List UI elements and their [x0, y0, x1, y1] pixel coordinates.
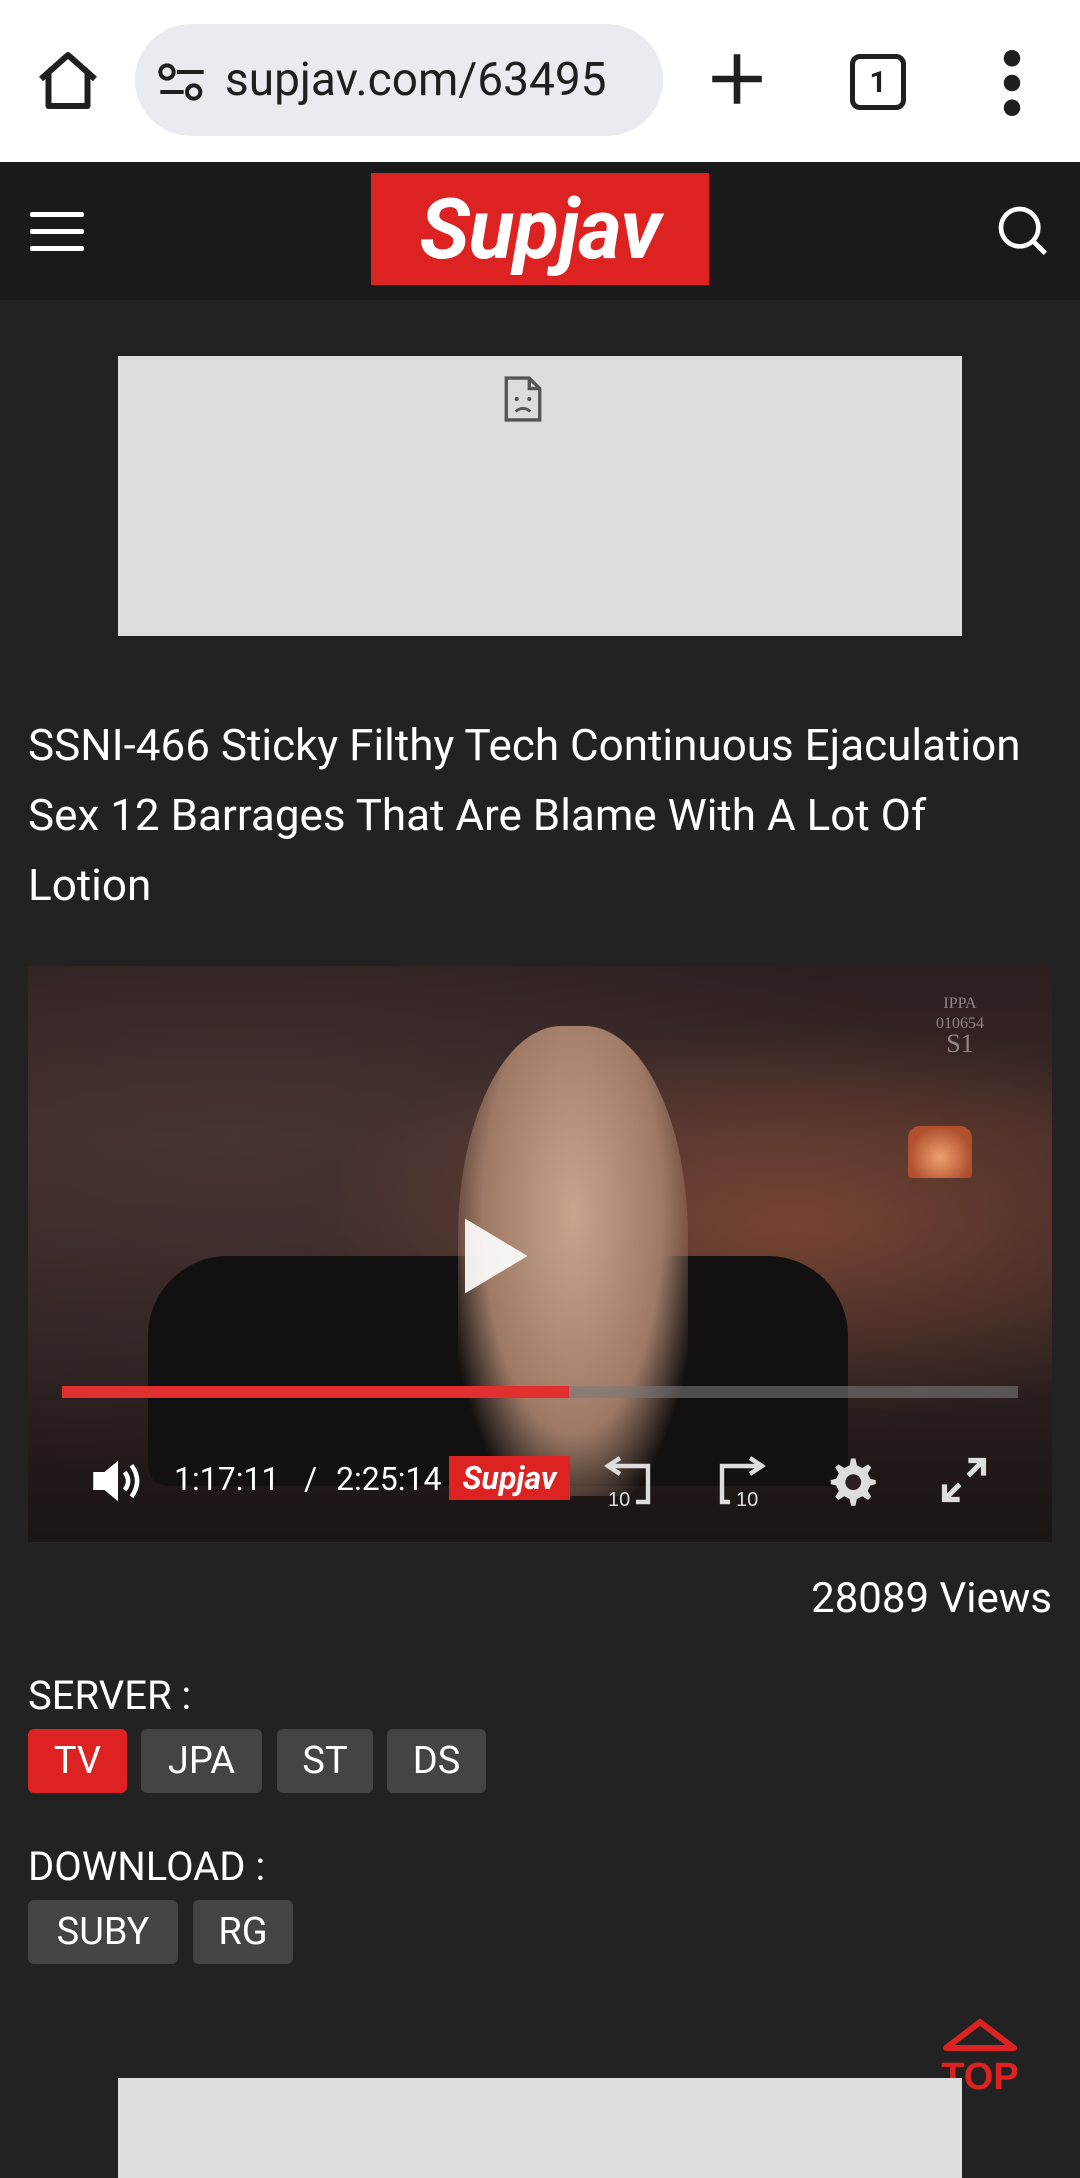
duration: 2:25:14: [336, 1460, 442, 1498]
tab-switcher-button[interactable]: 1: [850, 54, 906, 110]
search-icon[interactable]: [994, 202, 1050, 258]
rewind-label: 10: [608, 1489, 630, 1510]
current-time: 1:17:11: [174, 1460, 280, 1498]
forward-label: 10: [736, 1489, 758, 1510]
new-tab-icon[interactable]: [704, 46, 770, 112]
progress-fill: [62, 1386, 569, 1398]
server-button-tv[interactable]: TV: [28, 1729, 127, 1793]
ad-banner-top[interactable]: [118, 356, 962, 636]
chevron-up-icon: [943, 2019, 1017, 2051]
tab-count: 1: [869, 64, 887, 100]
menu-icon[interactable]: [30, 212, 84, 252]
settings-gear-icon[interactable]: [824, 1454, 878, 1508]
player-logo: Supjav: [449, 1456, 570, 1500]
forward-10-icon[interactable]: 10: [710, 1450, 770, 1510]
view-count: 28089 Views: [811, 1574, 1052, 1623]
server-label: SERVER :: [28, 1672, 192, 1719]
more-options-icon[interactable]: [1000, 50, 1024, 116]
browser-toolbar: supjav.com/63495 1: [0, 0, 1080, 162]
rewind-10-icon[interactable]: 10: [600, 1450, 660, 1510]
video-frame-lamp: [908, 1126, 972, 1178]
download-button-rg[interactable]: RG: [193, 1900, 293, 1964]
server-button-jpa[interactable]: JPA: [141, 1729, 262, 1793]
player-controls: 1:17:11 / 2:25:14 Supjav 10 10: [28, 1446, 1052, 1516]
site-logo[interactable]: Supjav: [371, 173, 709, 285]
ad-banner-bottom[interactable]: [118, 2078, 962, 2178]
video-watermark: IPPA 010654 S1: [936, 995, 984, 1058]
logo-text: Supjav: [419, 179, 661, 279]
video-player[interactable]: IPPA 010654 S1 1:17:11 / 2:25:14 Supjav 10…: [28, 966, 1052, 1542]
fullscreen-icon[interactable]: [938, 1454, 990, 1506]
progress-bar[interactable]: [62, 1386, 1018, 1398]
download-button-suby[interactable]: SUBY: [28, 1900, 178, 1964]
video-title: SSNI-466 Sticky Filthy Tech Continuous E…: [28, 719, 1021, 911]
download-label: DOWNLOAD :: [28, 1843, 266, 1890]
broken-image-icon: [504, 376, 542, 422]
address-bar[interactable]: supjav.com/63495: [135, 24, 663, 136]
site-settings-icon[interactable]: [157, 62, 207, 102]
site-header: Supjav: [0, 162, 1080, 300]
play-icon[interactable]: [440, 1206, 540, 1306]
server-button-ds[interactable]: DS: [387, 1729, 486, 1793]
volume-icon[interactable]: [88, 1454, 148, 1508]
server-button-st[interactable]: ST: [277, 1729, 373, 1793]
home-icon[interactable]: [32, 46, 104, 118]
time-separator: /: [304, 1460, 318, 1498]
url-text[interactable]: supjav.com/63495: [225, 52, 607, 108]
